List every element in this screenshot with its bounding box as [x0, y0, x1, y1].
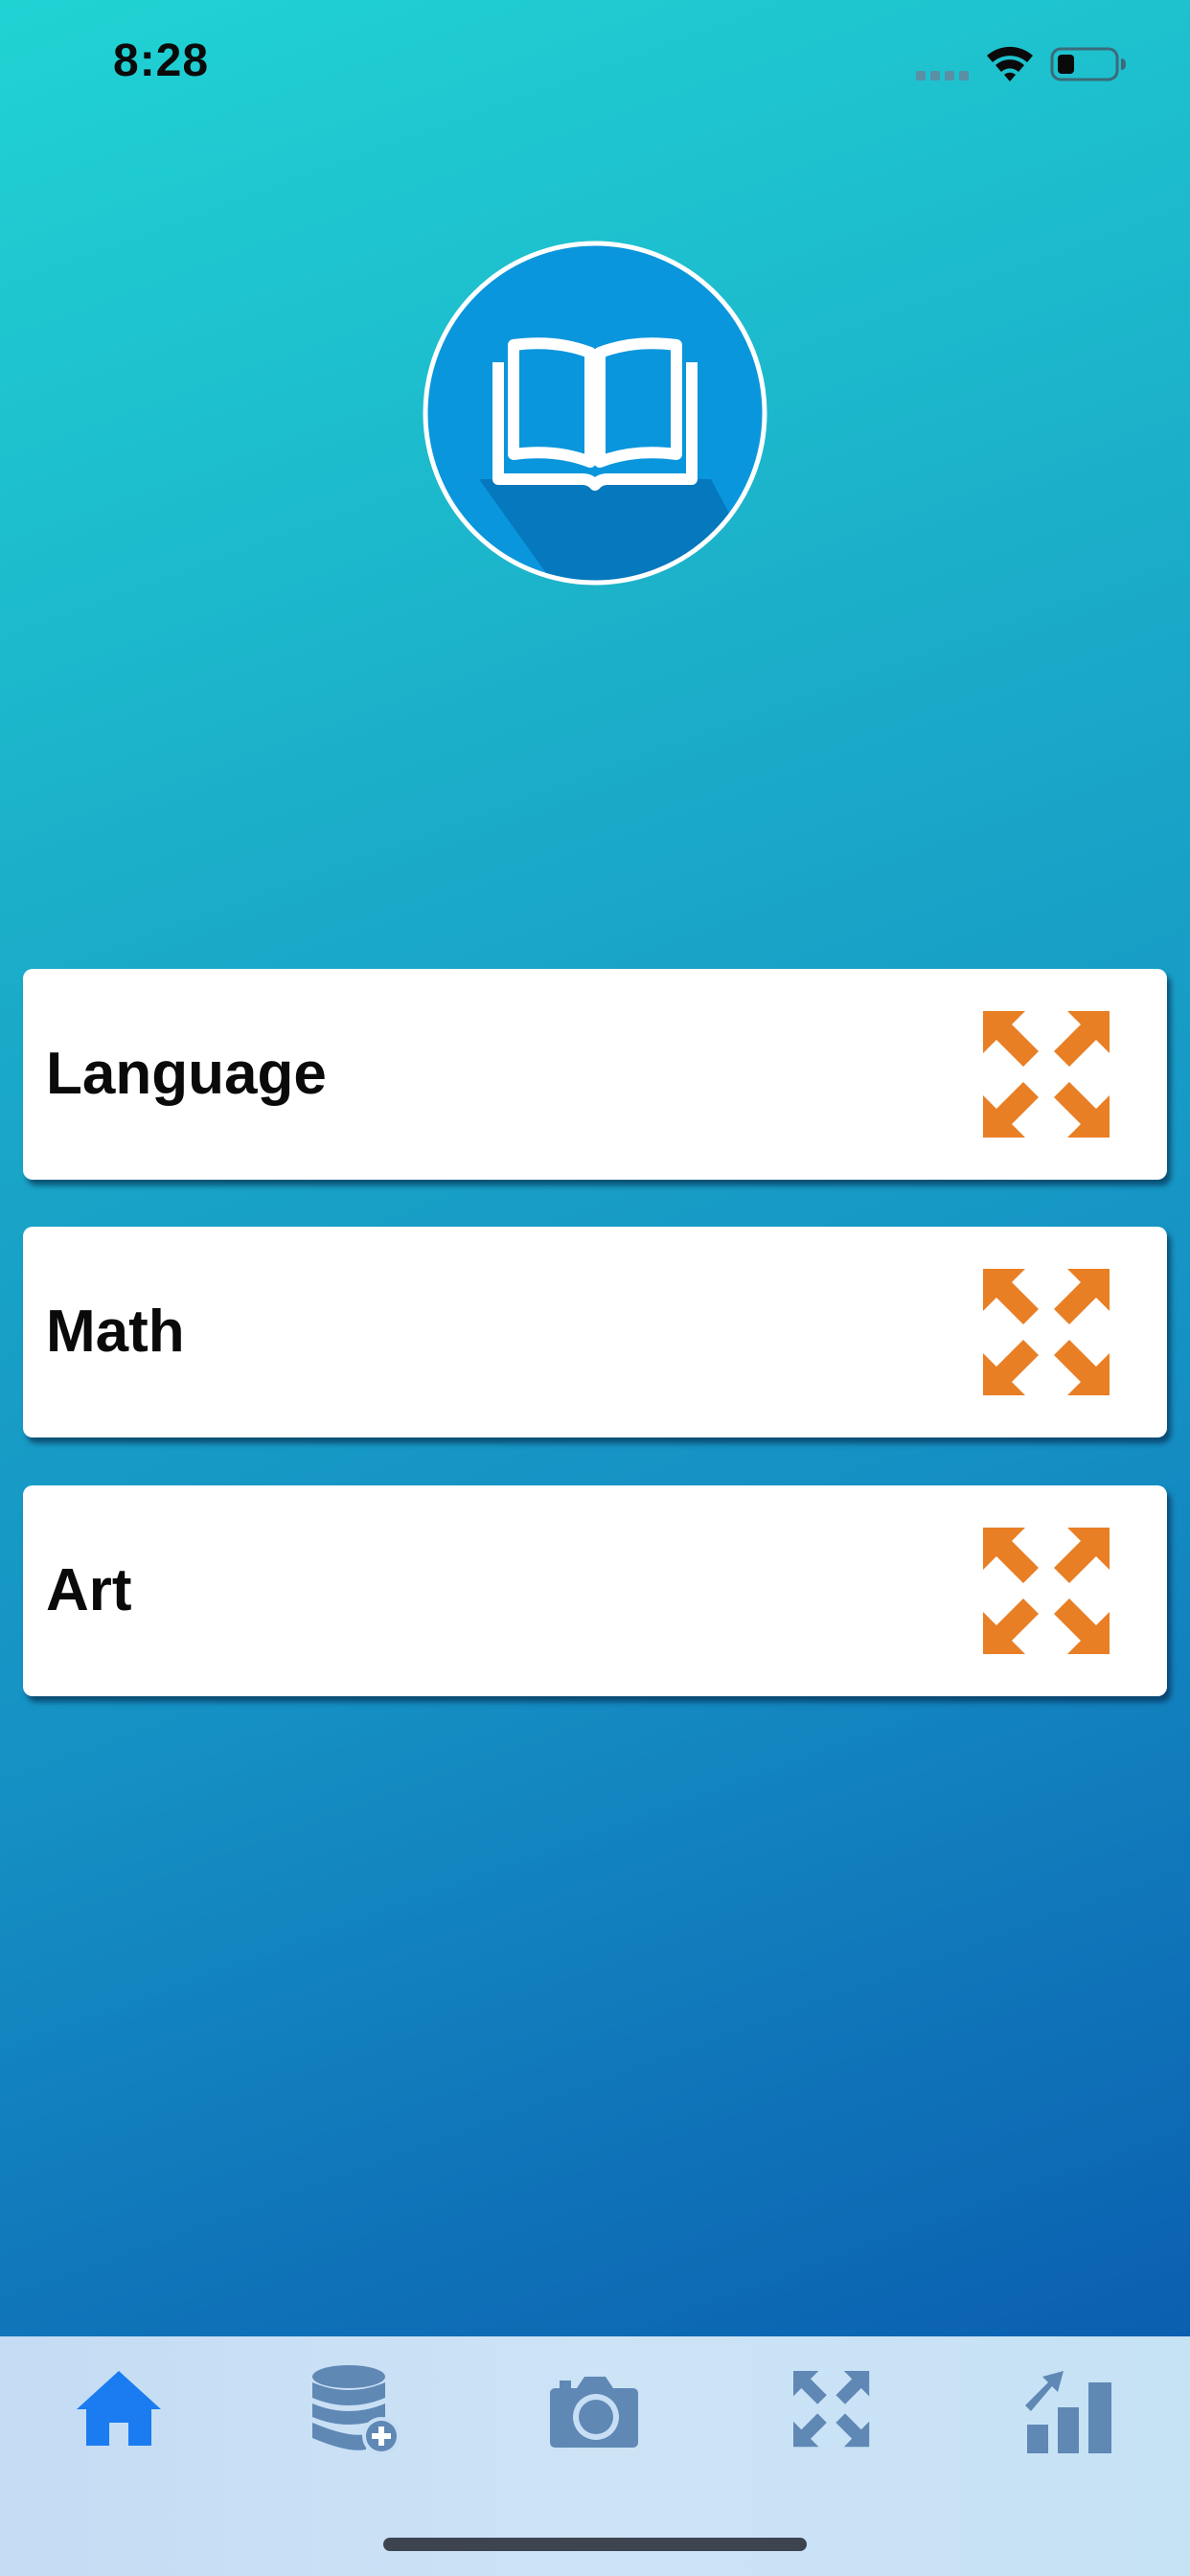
status-time: 8:28	[113, 35, 210, 86]
tab-home[interactable]	[0, 2336, 238, 2480]
open-book-icon	[423, 241, 767, 586]
subject-card-art[interactable]: Art	[23, 1485, 1167, 1696]
battery-icon	[1050, 47, 1126, 81]
subject-card-math[interactable]: Math	[23, 1227, 1167, 1438]
expand-arrows-icon[interactable]	[983, 1528, 1110, 1654]
camera-icon	[550, 2377, 638, 2448]
home-icon	[77, 2371, 161, 2446]
expand-arrows-icon	[793, 2371, 870, 2448]
subject-label: Art	[46, 1557, 132, 1623]
database-add-icon	[312, 2365, 400, 2455]
wifi-icon	[987, 46, 1033, 81]
tab-expand[interactable]	[713, 2336, 950, 2480]
status-bar: 8:28	[0, 0, 1190, 134]
subject-label: Math	[46, 1299, 185, 1365]
expand-arrows-icon[interactable]	[983, 1269, 1110, 1395]
tab-stats[interactable]	[950, 2336, 1188, 2480]
expand-arrows-icon[interactable]	[983, 1011, 1110, 1138]
tab-bar	[0, 2336, 1190, 2576]
tab-camera[interactable]	[475, 2336, 713, 2480]
bar-chart-growth-icon	[1025, 2371, 1111, 2453]
home-indicator	[383, 2538, 807, 2551]
signal-icon	[916, 71, 969, 80]
subject-card-language[interactable]: Language	[23, 969, 1167, 1180]
subject-label: Language	[46, 1041, 327, 1107]
tab-add-data[interactable]	[238, 2336, 475, 2480]
